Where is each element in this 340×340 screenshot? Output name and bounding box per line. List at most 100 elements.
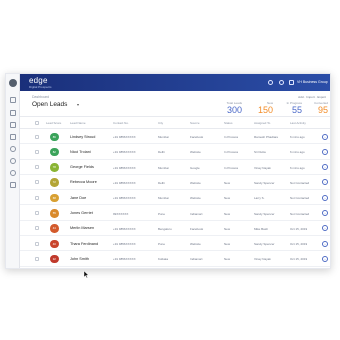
column-header[interactable]: Status [224, 121, 233, 125]
briefcase-icon[interactable] [10, 134, 16, 140]
row-action-icon[interactable]: › [322, 179, 328, 186]
stat-total-leads: Total Leads 300 [227, 101, 242, 115]
cell-name[interactable]: Thara Ferdinand [70, 242, 98, 246]
cell-name[interactable]: Jones Gerriet [70, 211, 93, 215]
cell-phone: +91 9856XXXXX [113, 165, 136, 170]
cell-name[interactable]: Rebecca Moore [70, 180, 97, 184]
row-checkbox[interactable] [35, 180, 39, 185]
cell-city: Pune [158, 211, 166, 216]
refresh-icon[interactable] [10, 170, 16, 176]
cell-source: Website [190, 180, 201, 185]
cell-name[interactable]: John Smith [70, 257, 89, 261]
column-header[interactable]: Lead Name [70, 121, 86, 125]
user-account[interactable]: VH Business Group [297, 80, 328, 84]
row-action-icon[interactable]: › [322, 255, 328, 262]
document-icon[interactable] [10, 182, 16, 188]
cell-source: Indiamart [190, 211, 203, 216]
column-header[interactable]: Lead Score [46, 121, 61, 125]
list-header: Dashboard Open Leads ▾ Add · Import · Ex… [20, 91, 330, 117]
view-selector[interactable]: Open Leads [32, 101, 67, 108]
location-icon[interactable] [10, 146, 16, 152]
cell-city: Delhi [158, 150, 165, 155]
row-checkbox[interactable] [35, 149, 39, 154]
row-action-icon[interactable]: › [322, 148, 328, 155]
table-row[interactable]: 86 Lindsey Stroud +91 9856XXXXX Mumbai Faceb… [20, 129, 330, 145]
row-checkbox[interactable] [35, 241, 39, 246]
clock-icon[interactable] [10, 158, 16, 164]
table-row[interactable]: 68 Jane Doe +91 9856XXXXX Mumbai Website New L… [20, 190, 330, 206]
chevron-down-icon[interactable]: ▾ [77, 102, 79, 107]
table-row[interactable]: 44 Merlin Marsen +91 9856XXXXX Bengaluru Fac… [20, 221, 330, 237]
column-header[interactable]: City [158, 121, 163, 125]
row-checkbox[interactable] [35, 165, 39, 170]
cell-status: In Process [224, 165, 239, 170]
row-action-icon[interactable]: › [322, 225, 328, 232]
row-checkbox[interactable] [35, 256, 39, 261]
table-row[interactable]: 32 John Smith +91 9856XXXXX Kolkata Indiamar… [20, 251, 330, 267]
row-checkbox[interactable] [35, 211, 39, 215]
cell-source: Website [190, 150, 201, 155]
breadcrumb[interactable]: Dashboard [32, 95, 49, 99]
cell-status: In Process [224, 135, 239, 139]
cell-source: Facebook [190, 226, 204, 231]
lead-score-badge: 82 [50, 147, 59, 157]
row-action-icon[interactable]: › [322, 240, 328, 247]
row-checkbox[interactable] [35, 195, 39, 200]
cell-status: New [224, 242, 231, 247]
cell-name[interactable]: Merlin Marsen [70, 226, 94, 230]
cell-name[interactable]: Nicci Troiani [70, 150, 91, 154]
cell-name[interactable]: George Fields [70, 165, 94, 169]
column-header[interactable]: Assigned To [254, 121, 270, 125]
lead-score-badge: 55 [50, 209, 59, 218]
stat-in-progress: In Progress 55 [287, 101, 302, 115]
calendar-icon[interactable] [10, 110, 16, 116]
lead-score-badge: 78 [50, 163, 59, 172]
column-header[interactable]: Source [190, 121, 200, 125]
folder-icon[interactable] [10, 122, 16, 128]
row-action-icon[interactable]: › [322, 164, 328, 171]
avatar[interactable] [9, 79, 17, 87]
column-header[interactable]: Last Activity [290, 121, 306, 125]
row-checkbox[interactable] [35, 226, 39, 231]
stat-converted: Converted 95 [314, 101, 328, 115]
cell-city: Kolkata [158, 257, 169, 262]
notification-icon[interactable] [279, 80, 284, 85]
table-row[interactable]: 55 Jones Gerriet 99XXXXXX Pune Indiamart New S… [20, 206, 330, 221]
cell-activity: Not Contacted [290, 180, 310, 185]
settings-icon[interactable] [268, 80, 273, 85]
cell-name[interactable]: Jane Doe [70, 196, 86, 200]
cell-city: Pune [158, 242, 166, 247]
column-header[interactable]: Contact No. [113, 121, 129, 125]
cell-phone: +91 9856XXXXX [113, 135, 136, 139]
dashboard-icon[interactable] [10, 97, 16, 103]
cell-status: New [224, 226, 231, 231]
leads-table: Lead Score Lead Name Contact No. City So… [20, 117, 330, 268]
table-row[interactable]: 72 Rebecca Moore +91 9856XXXXX Delhi Website… [20, 175, 330, 191]
crm-window: edge Digital Prospects VH Business Group… [5, 73, 331, 269]
row-action-icon[interactable]: › [322, 210, 328, 216]
table-row[interactable]: 40 Thara Ferdinand +91 9856XXXXX Pune Websit… [20, 236, 330, 252]
cell-name[interactable]: Lindsey Stroud [70, 135, 95, 139]
lead-score-badge: 86 [50, 132, 59, 141]
cell-city: Mumbai [158, 135, 169, 139]
cell-assigned: Ramesh Phadtare [254, 135, 279, 139]
cell-source: Indiamart [190, 257, 203, 262]
icon-sidebar [6, 74, 20, 268]
table-row[interactable]: 78 George Fields +91 9856XXXXX Mumbai Google… [20, 160, 330, 175]
table-row[interactable]: 82 Nicci Troiani +91 9856XXXXX Delhi Website… [20, 144, 330, 160]
cell-activity: 6 mins ago [290, 150, 305, 155]
top-bar: edge Digital Prospects VH Business Group [20, 74, 330, 91]
cell-activity: Oct 15, 2019 [290, 226, 308, 231]
cell-assigned: Mike Bash [254, 226, 269, 231]
select-all-checkbox[interactable] [35, 121, 39, 125]
row-action-icon[interactable]: › [322, 133, 328, 140]
cell-phone: +91 9856XXXXX [113, 180, 136, 185]
cell-assigned: Sandy Spencer [254, 180, 275, 185]
cell-activity: Not Contacted [290, 211, 310, 216]
cell-phone: +91 9856XXXXX [113, 242, 136, 247]
row-checkbox[interactable] [35, 134, 39, 139]
apps-icon[interactable] [289, 80, 294, 85]
lead-score-badge: 44 [50, 224, 59, 233]
header-actions[interactable]: Add · Import · Export [298, 95, 326, 99]
row-action-icon[interactable]: › [322, 194, 328, 201]
